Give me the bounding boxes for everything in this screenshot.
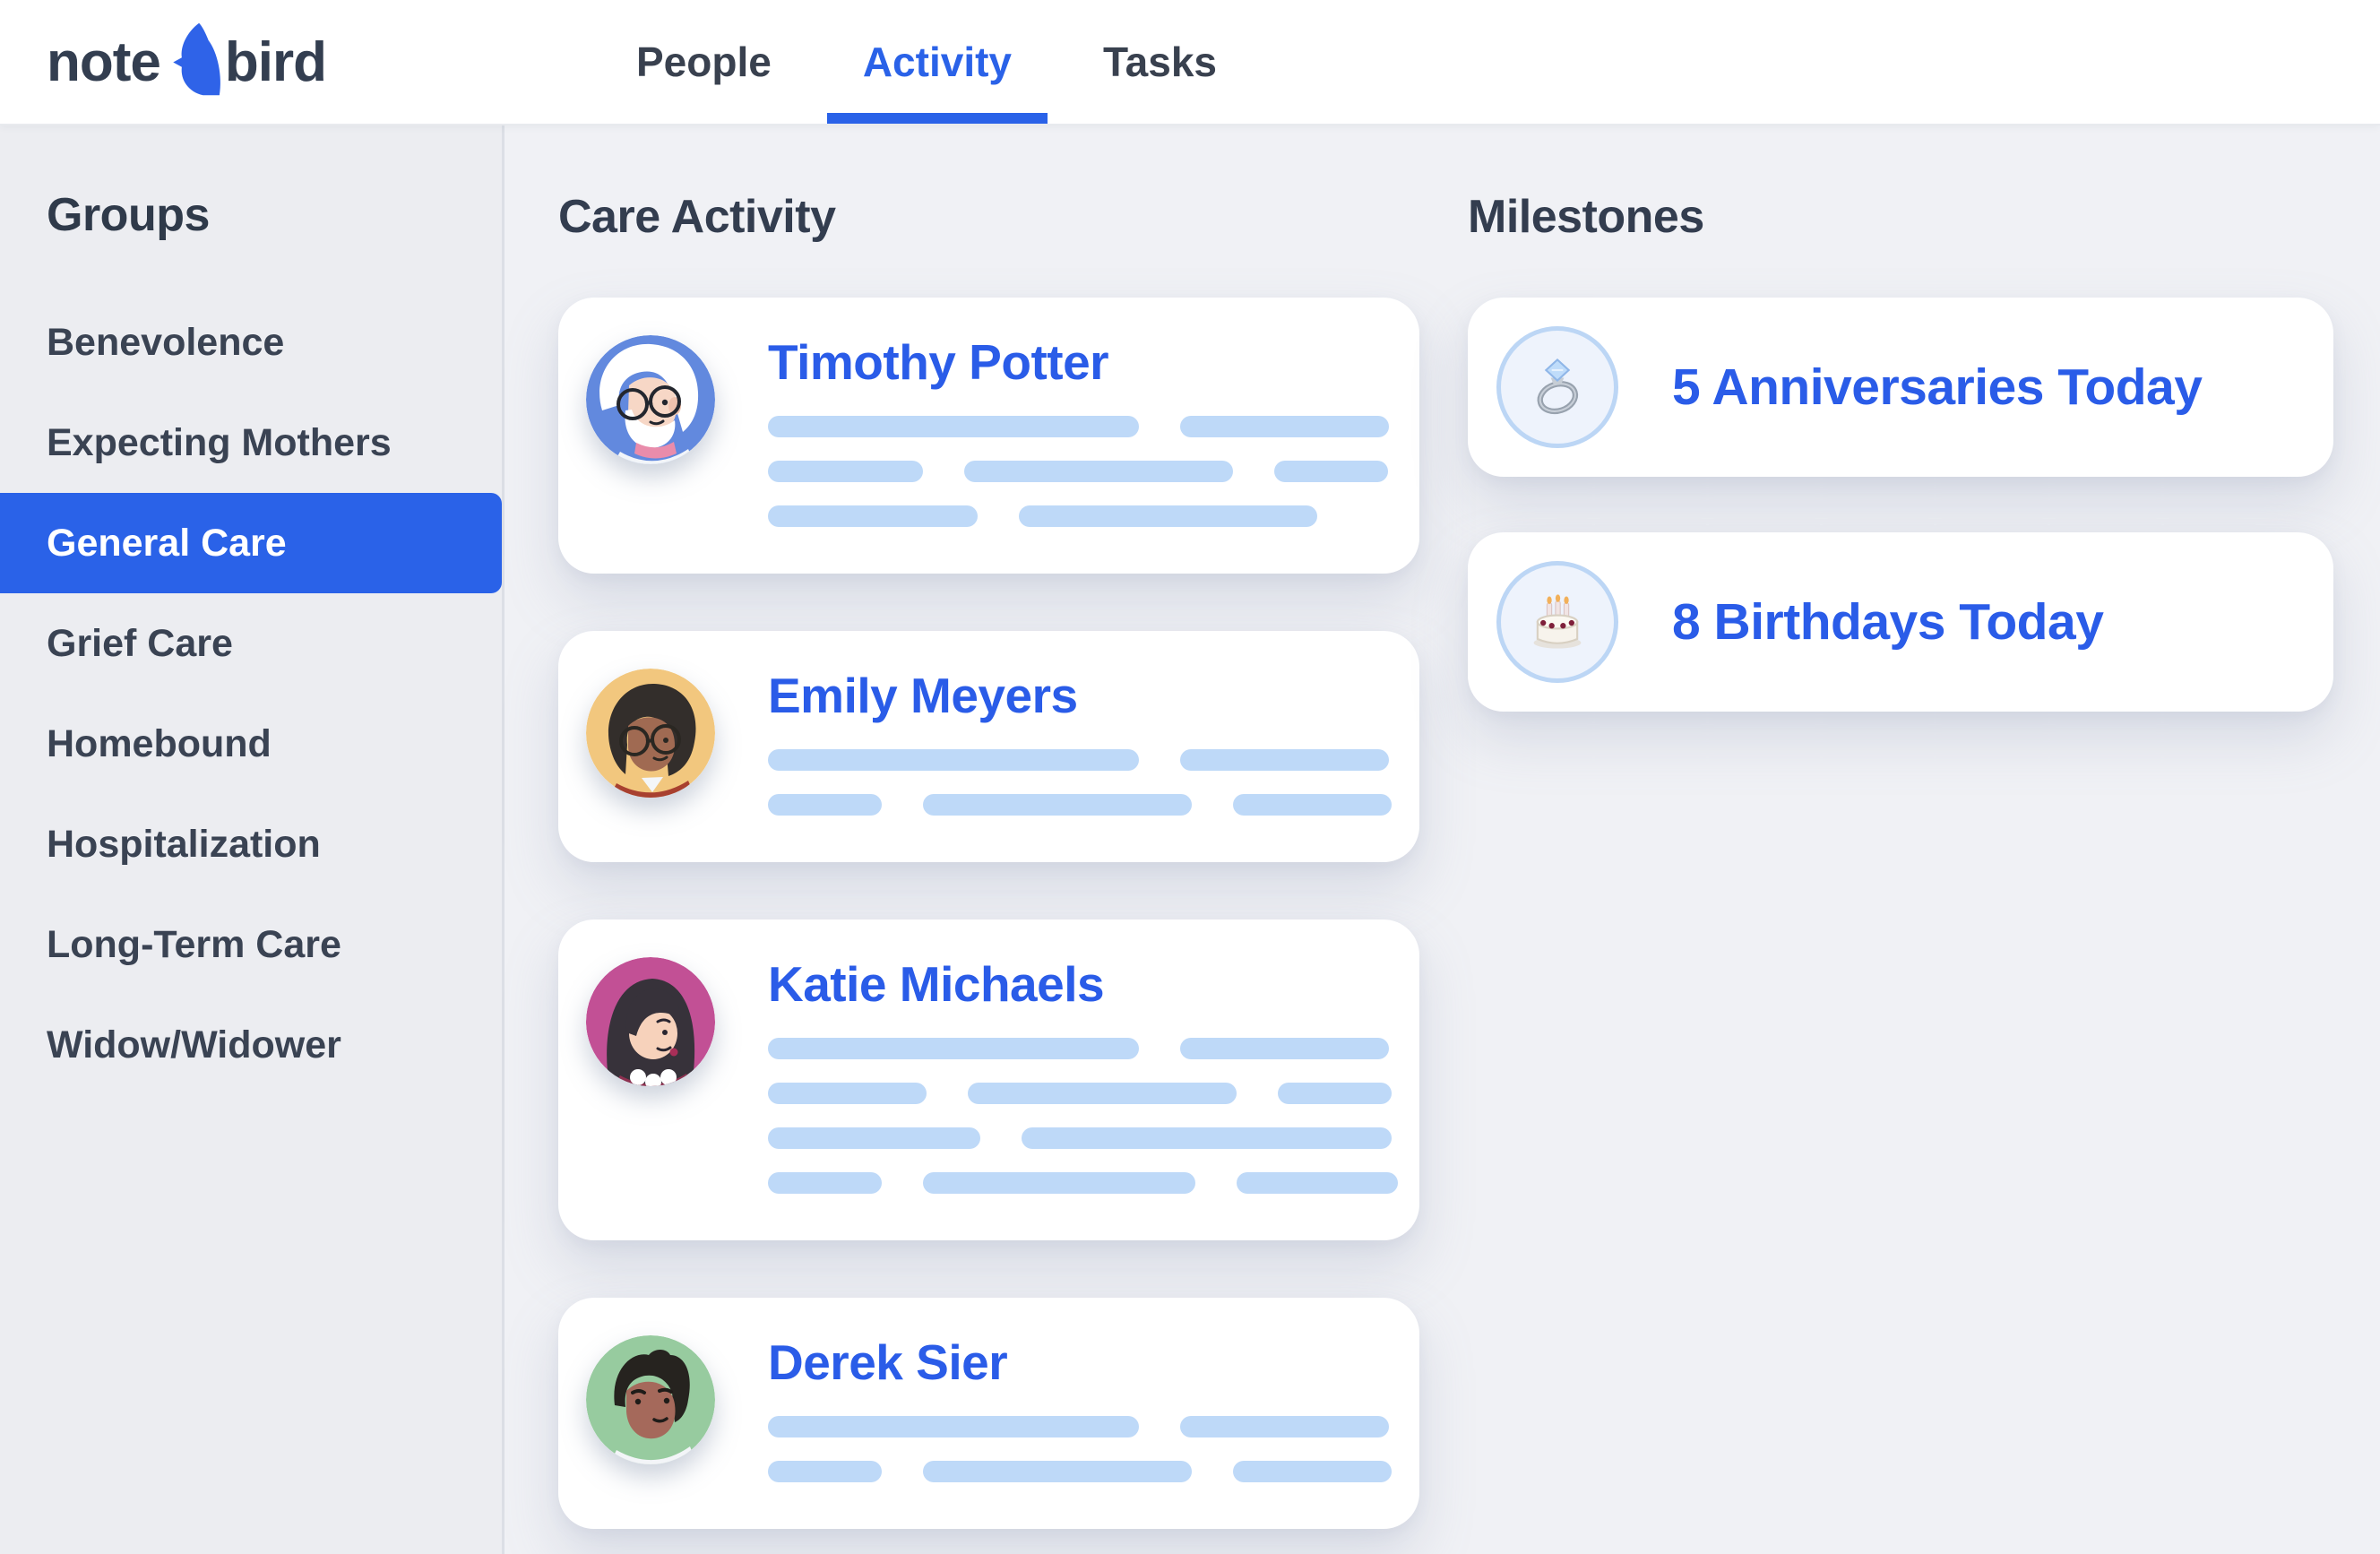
skeleton-row [768, 1461, 1392, 1482]
sidebar-heading: Groups [47, 188, 502, 242]
milestone-label: 5 Anniversaries Today [1672, 358, 2202, 417]
skeleton-row [768, 461, 1389, 482]
care-card-body: Derek Sier [768, 1335, 1392, 1482]
skeleton-row [768, 794, 1392, 816]
care-activity-section: Care Activity [558, 190, 1419, 1554]
sidebar-item-homebound[interactable]: Homebound [0, 694, 502, 794]
skeleton-bar [768, 1038, 1139, 1059]
group-list: Benevolence Expecting Mothers General Ca… [0, 292, 502, 1095]
skeleton-bar [768, 1416, 1139, 1437]
person-name[interactable]: Derek Sier [768, 1335, 1392, 1389]
care-card-body: Katie Michaels [768, 957, 1398, 1194]
sidebar-item-expecting-mothers[interactable]: Expecting Mothers [0, 393, 502, 493]
skeleton-row [768, 1083, 1398, 1104]
logo-text-bird: bird [225, 30, 326, 94]
skeleton-bar [923, 1172, 1195, 1194]
main-content: Care Activity [507, 125, 2380, 1554]
skeleton-bar [1022, 1127, 1392, 1149]
tab-tasks[interactable]: Tasks [1103, 0, 1217, 124]
skeleton-bar [1278, 1083, 1392, 1104]
milestone-label: 8 Birthdays Today [1672, 592, 2103, 652]
skeleton-bar [1180, 1416, 1389, 1437]
sidebar-item-benevolence[interactable]: Benevolence [0, 292, 502, 393]
care-card-emily-meyers[interactable]: Emily Meyers [558, 631, 1419, 862]
tab-activity[interactable]: Activity [863, 0, 1012, 124]
sidebar-item-long-term-care[interactable]: Long-Term Care [0, 894, 502, 995]
skeleton-row [768, 1038, 1398, 1059]
skeleton-row [768, 1172, 1398, 1194]
skeleton-bar [923, 794, 1192, 816]
skeleton-bar [1180, 1038, 1389, 1059]
skeleton-bar [768, 1461, 882, 1482]
care-card-timothy-potter[interactable]: Timothy Potter [558, 298, 1419, 574]
skeleton-bar [923, 1461, 1192, 1482]
skeleton-bar [768, 749, 1139, 771]
skeleton-bar [1233, 794, 1392, 816]
avatar-derek-sier [586, 1335, 715, 1464]
milestones-section: Milestones 5 Anniversaries Today [1468, 190, 2333, 1554]
care-activity-heading: Care Activity [558, 190, 1419, 244]
skeleton-bar [768, 794, 882, 816]
skeleton-row [768, 749, 1392, 771]
skeleton-bar [768, 461, 923, 482]
care-card-body: Emily Meyers [768, 669, 1392, 816]
skeleton-bar [1180, 749, 1389, 771]
skeleton-bar [1180, 416, 1389, 437]
skeleton-bar [1233, 1461, 1392, 1482]
avatar-emily-meyers [586, 669, 715, 798]
skeleton-bar [768, 1127, 980, 1149]
avatar-katie-michaels [586, 957, 715, 1086]
groups-sidebar: Groups Benevolence Expecting Mothers Gen… [0, 125, 504, 1554]
sidebar-item-grief-care[interactable]: Grief Care [0, 593, 502, 694]
skeleton-bar [768, 1172, 882, 1194]
person-name[interactable]: Emily Meyers [768, 669, 1392, 722]
person-name[interactable]: Katie Michaels [768, 957, 1398, 1011]
ring-icon [1496, 326, 1618, 448]
notebird-logo[interactable]: note bird [47, 22, 326, 102]
skeleton-bar [964, 461, 1233, 482]
top-header: note bird People Activity Tasks [0, 0, 2380, 125]
sidebar-item-general-care[interactable]: General Care [0, 493, 502, 593]
milestone-card-anniversaries[interactable]: 5 Anniversaries Today [1468, 298, 2333, 477]
tab-people[interactable]: People [636, 0, 772, 124]
skeleton-bar [768, 416, 1139, 437]
skeleton-bar [1019, 505, 1317, 527]
care-card-katie-michaels[interactable]: Katie Michaels [558, 919, 1419, 1240]
skeleton-bar [768, 1083, 927, 1104]
sidebar-item-hospitalization[interactable]: Hospitalization [0, 794, 502, 894]
milestones-heading: Milestones [1468, 190, 2333, 244]
avatar-timothy-potter [586, 335, 715, 464]
skeleton-bar [968, 1083, 1237, 1104]
skeleton-row [768, 1416, 1392, 1437]
care-card-derek-sier[interactable]: Derek Sier [558, 1298, 1419, 1529]
skeleton-row [768, 505, 1389, 527]
skeleton-bar [1274, 461, 1388, 482]
skeleton-row [768, 416, 1389, 437]
bird-icon [164, 22, 223, 97]
notebird-app: note bird People Activity Tasks Groups B… [0, 0, 2380, 1554]
care-card-body: Timothy Potter [768, 335, 1389, 527]
skeleton-row [768, 1127, 1398, 1149]
skeleton-bar [1237, 1172, 1398, 1194]
person-name[interactable]: Timothy Potter [768, 335, 1389, 389]
cake-icon [1496, 561, 1618, 683]
skeleton-bar [768, 505, 978, 527]
sidebar-item-widow-widower[interactable]: Widow/Widower [0, 995, 502, 1095]
milestone-card-birthdays[interactable]: 8 Birthdays Today [1468, 532, 2333, 712]
logo-text-note: note [47, 30, 160, 94]
care-activity-list: Timothy Potter [558, 298, 1419, 1529]
main-nav: People Activity Tasks [636, 0, 1217, 124]
